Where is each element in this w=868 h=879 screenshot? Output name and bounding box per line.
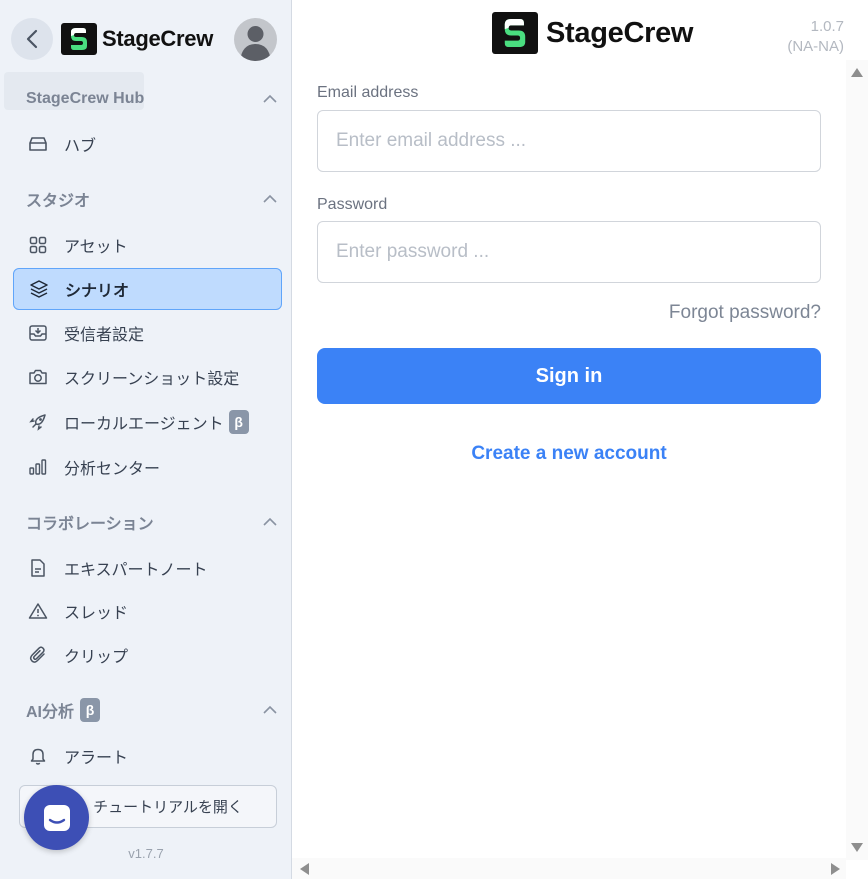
create-account-link[interactable]: Create a new account [317,443,821,465]
sidebar-logo[interactable]: StageCrew [61,23,213,55]
section-header-studio[interactable]: スタジオ [26,185,280,213]
stagecrew-logo-icon [492,12,538,54]
login-panel: StageCrew 1.0.7 (NA-NA) Email address Pa… [292,0,868,879]
beta-badge: β [228,410,249,434]
sidebar-item-label: スクリーンショット設定 [64,371,240,388]
bar-chart-icon [27,456,49,478]
paperclip-icon [27,644,49,666]
email-field[interactable] [317,110,821,172]
section-title: スタジオ [26,193,91,210]
sidebar: StageCrew StageCrew Hub ハブ スタジオ アセット シナリ… [0,0,292,879]
sidebar-version: v1.7.7 [128,846,164,861]
email-label: Email address [317,84,419,101]
scroll-up-arrow-icon[interactable] [851,68,863,77]
chevron-up-icon[interactable] [260,89,280,109]
sidebar-item-label: シナリオ [65,283,130,300]
back-button[interactable] [11,18,53,60]
beta-badge: β [80,698,101,722]
chat-icon [43,804,70,831]
chevron-up-icon[interactable] [260,700,280,720]
main-logo: StageCrew [492,12,693,54]
chevron-up-icon[interactable] [260,512,280,532]
section-header-collaboration[interactable]: コラボレーション [26,508,280,536]
sidebar-item-screenshot-settings[interactable]: スクリーンショット設定 [13,356,282,398]
sidebar-item-local-agent[interactable]: ローカルエージェント β [13,401,282,443]
app-version-tag: 1.0.7 (NA-NA) [787,17,844,57]
bell-icon [27,745,49,767]
camera-icon [27,366,49,388]
scroll-down-arrow-icon[interactable] [851,843,863,852]
sidebar-item-assets[interactable]: アセット [13,224,282,266]
app-version: 1.0.7 [810,18,844,35]
sidebar-item-alerts[interactable]: アラート [13,735,282,777]
sidebar-item-label: ハブ [64,138,97,155]
horizontal-scrollbar[interactable] [292,858,846,879]
sidebar-item-clips[interactable]: クリップ [13,634,282,676]
chevron-up-icon[interactable] [260,189,280,209]
sidebar-item-expert-notes[interactable]: エキスパートノート [13,547,282,589]
stagecrew-logo-icon [61,23,97,55]
chat-launcher-button[interactable] [24,785,89,850]
password-field[interactable] [317,221,821,283]
sidebar-header: StageCrew [0,0,292,74]
section-title-text: AI分析 [26,704,75,721]
sidebar-item-label: クリップ [64,649,129,666]
section-title: StageCrew Hub [26,90,145,107]
vertical-scrollbar[interactable] [846,60,868,860]
scroll-right-arrow-icon[interactable] [831,863,840,875]
sidebar-item-label: アセット [64,239,128,256]
chevron-left-icon [26,29,38,49]
document-icon [27,557,49,579]
brand-name: StageCrew [102,26,214,51]
brand-name: StageCrew [546,16,694,49]
sidebar-item-threads[interactable]: スレッド [13,590,282,632]
user-silhouette-icon [240,26,271,61]
sidebar-item-label: アラート [64,750,129,767]
sidebar-item-scenario[interactable]: シナリオ [13,268,282,310]
warning-triangle-icon [27,600,49,622]
sidebar-item-label: スレッド [64,605,129,622]
sidebar-item-recipients[interactable]: 受信者設定 [13,312,282,354]
password-label: Password [317,196,388,213]
section-title: コラボレーション [26,516,154,533]
inbox-download-icon [27,322,49,344]
sign-in-button[interactable]: Sign in [317,348,821,404]
sidebar-item-analytics[interactable]: 分析センター [13,446,282,488]
section-header-ai-analysis[interactable]: AI分析 β [26,696,280,724]
inbox-tray-icon [27,133,49,155]
rocket-icon [27,411,49,433]
forgot-password-link[interactable]: Forgot password? [669,302,821,324]
layers-icon [28,278,50,300]
open-tutorial-label: チュートリアルを開く [93,799,243,816]
section-title: AI分析 β [26,698,101,722]
avatar[interactable] [234,18,277,61]
app-region: (NA-NA) [787,38,844,55]
sidebar-item-label: エキスパートノート [64,562,208,579]
section-header-hub[interactable]: StageCrew Hub [26,85,280,113]
sidebar-item-label: ローカルエージェント [64,416,224,433]
sidebar-item-label: 受信者設定 [64,327,145,344]
scroll-left-arrow-icon[interactable] [300,863,309,875]
grid-icon [27,234,49,256]
sidebar-item-label: 分析センター [64,461,161,478]
sidebar-item-hub[interactable]: ハブ [13,123,282,165]
